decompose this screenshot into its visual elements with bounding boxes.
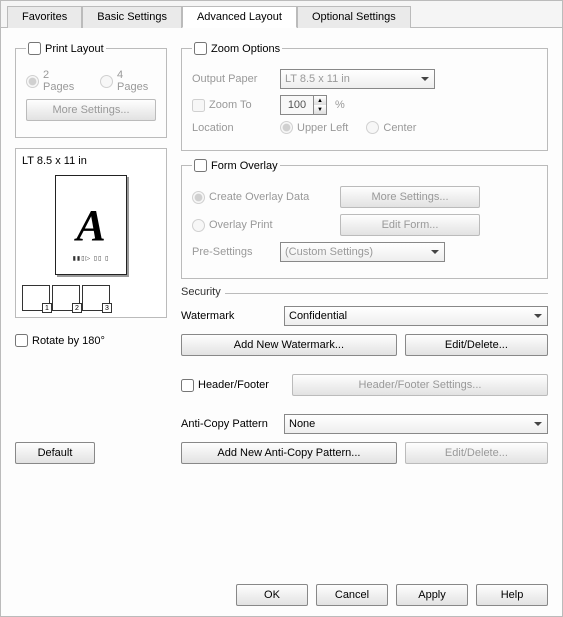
rotate-180-checkbox[interactable]: Rotate by 180° [15,334,167,347]
radio-upper-left[interactable]: Upper Left [280,121,348,134]
dialog-window: Favorites Basic Settings Advanced Layout… [0,0,563,617]
overlay-legend: Form Overlay [192,159,280,172]
print-layout-label: Print Layout [45,43,104,55]
pre-settings-label: Pre-Settings [192,246,272,258]
form-overlay-label: Form Overlay [211,160,278,172]
right-column: Zoom Options Output Paper LT 8.5 x 11 in… [181,42,548,464]
tab-optional-settings[interactable]: Optional Settings [297,6,411,28]
left-column: Print Layout 2 Pages 4 Pages More Settin… [15,42,167,464]
zoom-options-label: Zoom Options [211,43,280,55]
tab-bar: Favorites Basic Settings Advanced Layout… [1,1,562,28]
tab-advanced-layout[interactable]: Advanced Layout [182,6,297,28]
header-footer-label: Header/Footer [198,379,269,391]
form-overlay-checkbox[interactable] [194,159,207,172]
preview-thumbnails: 1 2 3 [22,285,160,311]
apply-button[interactable]: Apply [396,584,468,606]
print-layout-legend: Print Layout [26,42,106,55]
add-watermark-button[interactable]: Add New Watermark... [181,334,397,356]
security-label: Security [181,286,225,298]
anti-copy-edit-delete-button[interactable]: Edit/Delete... [405,442,548,464]
form-overlay-group: Form Overlay Create Overlay Data More Se… [181,159,548,279]
anti-copy-select[interactable]: None [284,414,548,434]
zoom-options-group: Zoom Options Output Paper LT 8.5 x 11 in… [181,42,548,151]
watermark-label: Watermark [181,310,276,322]
tab-panel-advanced: Print Layout 2 Pages 4 Pages More Settin… [1,28,562,472]
spinner-down-icon[interactable]: ▼ [314,105,326,114]
radio-create-overlay[interactable]: Create Overlay Data [192,191,332,204]
preview-ruler: ▮▮▯▷ ▯▯ ▯ [73,255,110,262]
thumb-2: 2 [52,285,80,311]
radio-4-pages[interactable]: 4 Pages [100,69,156,93]
preview-panel: LT 8.5 x 11 in A ▮▮▯▷ ▯▯ ▯ 1 2 3 [15,148,167,318]
help-button[interactable]: Help [476,584,548,606]
add-anti-copy-button[interactable]: Add New Anti-Copy Pattern... [181,442,397,464]
edit-form-button[interactable]: Edit Form... [340,214,480,236]
thumb-3: 3 [82,285,110,311]
cancel-button[interactable]: Cancel [316,584,388,606]
thumb-1: 1 [22,285,50,311]
spinner-up-icon[interactable]: ▲ [314,96,326,105]
zoom-to-checkbox[interactable]: Zoom To [192,99,272,112]
preview-paper-size: LT 8.5 x 11 in [22,155,160,167]
tab-favorites[interactable]: Favorites [7,6,82,28]
watermark-edit-delete-button[interactable]: Edit/Delete... [405,334,548,356]
security-group: Security Watermark Confidential Add New … [181,293,548,464]
output-paper-select[interactable]: LT 8.5 x 11 in [280,69,435,89]
overlay-more-settings-button[interactable]: More Settings... [340,186,480,208]
preview-page-icon: A ▮▮▯▷ ▯▯ ▯ [55,175,127,275]
print-layout-checkbox[interactable] [28,42,41,55]
print-layout-more-settings-button[interactable]: More Settings... [26,99,156,121]
location-label: Location [192,122,272,134]
preview-glyph: A [76,200,105,251]
rotate-label: Rotate by 180° [32,335,105,347]
dialog-footer: OK Cancel Apply Help [236,584,548,606]
zoom-spinner-arrows[interactable]: ▲ ▼ [313,96,326,114]
zoom-spinner[interactable]: ▲ ▼ [280,95,327,115]
tab-basic-settings[interactable]: Basic Settings [82,6,182,28]
header-footer-checkbox[interactable]: Header/Footer [181,379,284,392]
print-layout-group: Print Layout 2 Pages 4 Pages More Settin… [15,42,167,138]
radio-2-pages[interactable]: 2 Pages [26,69,82,93]
output-paper-label: Output Paper [192,73,272,85]
header-footer-settings-button[interactable]: Header/Footer Settings... [292,374,548,396]
anti-copy-label: Anti-Copy Pattern [181,418,276,430]
zoom-options-checkbox[interactable] [194,42,207,55]
default-button[interactable]: Default [15,442,95,464]
zoom-legend: Zoom Options [192,42,282,55]
ok-button[interactable]: OK [236,584,308,606]
radio-center[interactable]: Center [366,121,416,134]
radio-overlay-print[interactable]: Overlay Print [192,219,332,232]
zoom-value-input[interactable] [281,96,313,114]
watermark-select[interactable]: Confidential [284,306,548,326]
percent-label: % [335,99,345,111]
pre-settings-select[interactable]: (Custom Settings) [280,242,445,262]
